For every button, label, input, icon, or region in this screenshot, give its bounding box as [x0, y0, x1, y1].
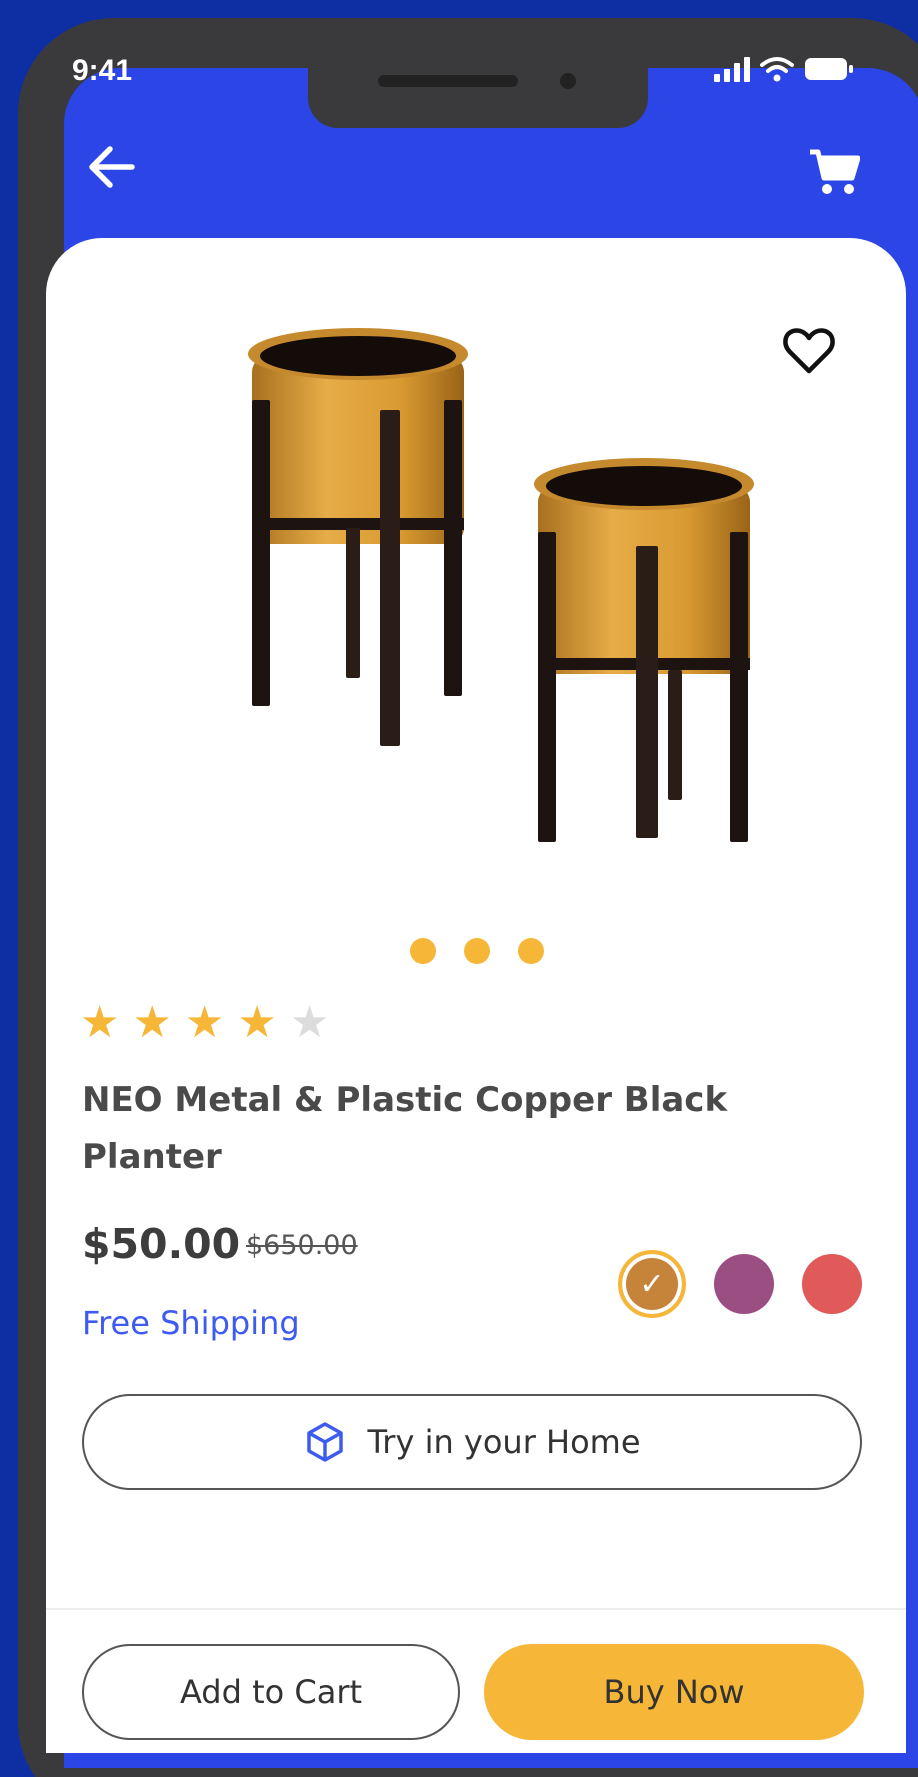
buy-now-button[interactable]: Buy Now	[484, 1644, 864, 1740]
pagination-dot[interactable]	[464, 938, 490, 964]
battery-icon	[805, 58, 853, 80]
signal-icon	[714, 56, 750, 82]
star-icon: ★	[184, 997, 225, 1048]
color-swatches: ✓	[618, 1250, 862, 1318]
star-icon: ★	[80, 997, 120, 1048]
product-card: ★ ★ ★ ★ ★ NEO Metal & Plastic Copper Bla…	[46, 238, 906, 1753]
status-time: 9:41	[72, 54, 133, 87]
swatch-copper[interactable]: ✓	[618, 1250, 686, 1318]
star-icon: ★	[237, 997, 277, 1048]
speaker	[378, 75, 518, 87]
back-icon[interactable]	[84, 140, 138, 194]
product-price: $50.00	[82, 1220, 241, 1268]
swatch-red[interactable]	[802, 1254, 862, 1314]
try-in-home-label: Try in your Home	[367, 1423, 641, 1461]
image-pagination	[410, 938, 544, 964]
star-icon: ★	[132, 997, 172, 1048]
shipping-info: Free Shipping	[82, 1304, 300, 1342]
heart-icon[interactable]	[782, 324, 836, 378]
rating-stars: ★ ★ ★ ★ ★	[80, 998, 329, 1048]
product-title: NEO Metal & Plastic Copper Black Planter	[82, 1080, 728, 1177]
pagination-dot[interactable]	[518, 938, 544, 964]
add-to-cart-button[interactable]: Add to Cart	[82, 1644, 460, 1740]
wifi-icon	[760, 57, 794, 82]
phone-notch	[308, 50, 648, 128]
swatch-purple[interactable]	[714, 1254, 774, 1314]
cart-icon[interactable]	[808, 146, 860, 196]
pagination-dot[interactable]	[410, 938, 436, 964]
cube-icon	[307, 1422, 344, 1462]
camera	[560, 73, 576, 89]
product-image[interactable]	[196, 288, 816, 848]
check-icon: ✓	[639, 1266, 665, 1302]
try-in-home-button[interactable]: Try in your Home	[82, 1394, 862, 1490]
star-empty-icon: ★	[289, 997, 330, 1048]
status-icons	[714, 56, 854, 82]
bottom-action-bar: Add to Cart Buy Now	[46, 1608, 906, 1753]
original-price: $650.00	[246, 1230, 358, 1261]
